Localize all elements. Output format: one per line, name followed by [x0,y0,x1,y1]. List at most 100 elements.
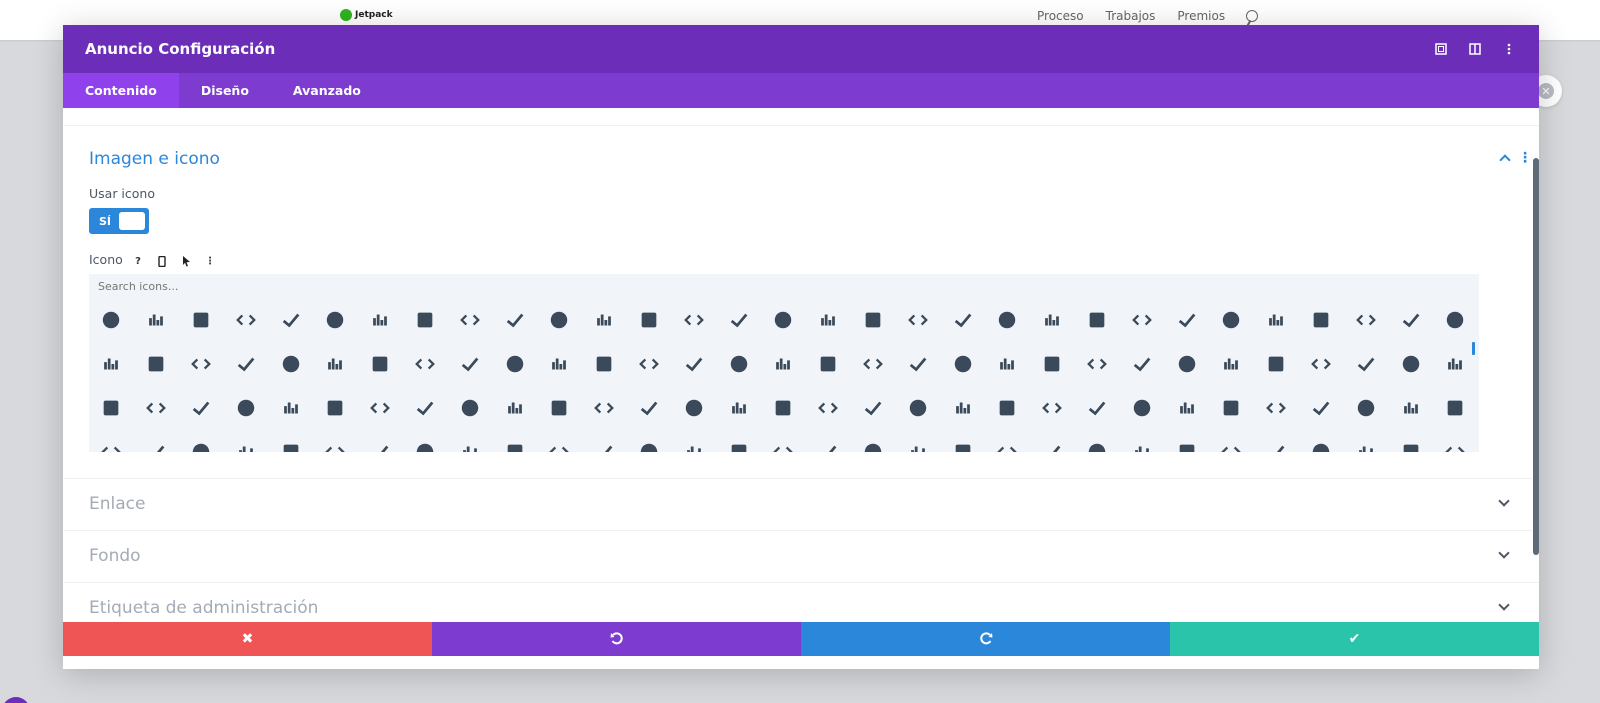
dice-four-icon[interactable] [1388,430,1433,452]
chevron-circle-right-icon[interactable] [1030,298,1075,342]
cc-by-icon[interactable] [1075,386,1120,430]
circle-outline-icon[interactable] [89,342,134,386]
comment-alt-icon[interactable] [89,386,134,430]
chess-bishop-icon[interactable] [627,298,672,342]
search-icons-input[interactable] [89,274,1479,298]
cookie-bite-icon[interactable] [716,386,761,430]
chevron-right-icon[interactable] [1209,298,1254,342]
cogs-icon[interactable] [1209,342,1254,386]
deaf-icon[interactable] [985,430,1030,452]
d-and-d-icon[interactable] [806,430,851,452]
cc-remix-icon[interactable] [1388,386,1433,430]
codepen-icon[interactable] [1030,342,1075,386]
chess-icon[interactable] [582,298,627,342]
codiepie-icon[interactable] [1075,342,1120,386]
nav-item-proceso[interactable]: Proceso [1037,9,1084,23]
undo-button[interactable] [432,622,801,656]
copy-outline-icon[interactable] [761,386,806,430]
chevron-circle-up-icon[interactable] [1075,298,1120,342]
compress-icon[interactable] [492,386,537,430]
chevron-up-icon[interactable] [1499,154,1511,166]
creative-commons-icon[interactable] [1030,386,1075,430]
couch-icon[interactable] [940,386,985,430]
tab-avanzado[interactable]: Avanzado [271,73,383,108]
cocktail-icon[interactable] [895,342,940,386]
cookie-icon[interactable] [671,386,716,430]
closed-captioning-icon[interactable] [537,342,582,386]
cloud-upload-icon[interactable] [716,342,761,386]
check-circle-icon[interactable] [358,298,403,342]
section-fondo[interactable]: Fondo [63,530,1539,582]
expand-modal-icon[interactable] [1433,41,1449,57]
crop-alt-icon[interactable] [358,430,403,452]
clone-icon[interactable] [492,342,537,386]
crown-icon[interactable] [492,430,537,452]
dice-one-icon[interactable] [1433,430,1478,452]
cc-nc-icon[interactable] [1119,386,1164,430]
comment-slash-icon[interactable] [223,386,268,430]
dev-icon[interactable] [1209,430,1254,452]
chess-queen-icon[interactable] [851,298,896,342]
area-chart-icon[interactable] [89,298,134,342]
comments-icon[interactable] [313,386,358,430]
cc-nc-eu-icon[interactable] [1164,386,1209,430]
concierge-bell-icon[interactable] [537,386,582,430]
comment-dots-icon[interactable] [134,386,179,430]
deskpro-icon[interactable] [1119,430,1164,452]
clock-icon[interactable] [403,342,448,386]
circle-notch-icon[interactable] [134,342,179,386]
comment-icon[interactable] [1343,342,1388,386]
section-title-imagen-e-icono[interactable]: Imagen e icono [89,149,220,169]
coins-icon[interactable] [1254,342,1299,386]
cog-icon[interactable] [1164,342,1209,386]
bar-chart-outline-icon[interactable] [179,298,224,342]
chessboard-icon[interactable] [671,298,716,342]
chess-king-icon[interactable] [716,298,761,342]
pie-chart-icon[interactable] [268,298,313,342]
delicious-icon[interactable] [1030,430,1075,452]
cube-icon[interactable] [627,430,672,452]
cc-sampling-icon[interactable] [89,430,134,452]
nav-item-premios[interactable]: Premios [1177,9,1225,23]
cubes-icon[interactable] [671,430,716,452]
deploydog-icon[interactable] [1075,430,1120,452]
copyright-icon[interactable] [895,386,940,430]
compass-icon[interactable] [447,386,492,430]
comment-dots-outline-icon[interactable] [179,386,224,430]
check-square-icon[interactable] [537,298,582,342]
check-circle-outline-icon[interactable] [403,298,448,342]
credit-card-icon[interactable] [223,430,268,452]
cc-pd-icon[interactable] [1299,386,1344,430]
cancel-button[interactable]: ✖ [63,622,432,656]
dice-five-icon[interactable] [1343,430,1388,452]
section-enlace[interactable]: Enlace [63,478,1539,530]
field-options-icon[interactable]: ⋮ [201,252,219,270]
chevron-left-icon[interactable] [1164,298,1209,342]
search-icon[interactable] [1246,10,1258,22]
clock-outline-icon[interactable] [358,342,403,386]
dice-icon[interactable] [1299,430,1344,452]
circle-icon[interactable] [1433,298,1478,342]
clipboard-icon[interactable] [179,342,224,386]
cloudversify-icon[interactable] [851,342,896,386]
cloud-download-icon[interactable] [671,342,716,386]
chevron-up-icon[interactable] [1254,298,1299,342]
comments-outline-icon[interactable] [268,386,313,430]
cloudsmith-icon[interactable] [806,342,851,386]
modal-scrollbar[interactable] [1533,158,1539,555]
comment-square-outline-icon[interactable] [1433,342,1478,386]
compass-outline-icon[interactable] [403,386,448,430]
database-icon[interactable] [940,430,985,452]
split-view-icon[interactable] [1467,41,1483,57]
chrome-icon[interactable] [1343,298,1388,342]
check-double-icon[interactable] [447,298,492,342]
crosshairs-icon[interactable] [403,430,448,452]
bar-chart-icon[interactable] [134,298,179,342]
chevron-circle-down-icon[interactable] [940,298,985,342]
tab-diseno[interactable]: Diseño [179,73,271,108]
child-icon[interactable] [1299,298,1344,342]
credit-card-outline-icon[interactable] [268,430,313,452]
compact-disc-icon[interactable] [358,386,403,430]
church-icon[interactable] [1388,298,1433,342]
code-icon[interactable] [940,342,985,386]
